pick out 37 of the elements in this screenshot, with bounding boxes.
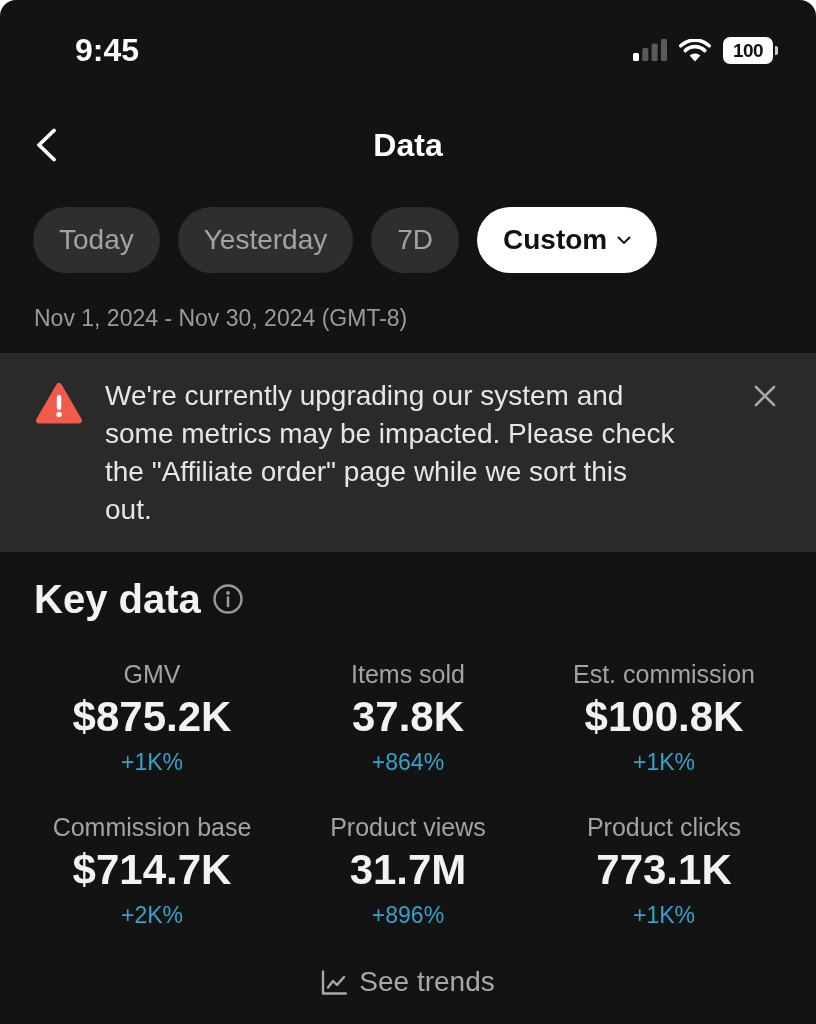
see-trends-link[interactable]: See trends bbox=[321, 965, 495, 999]
date-range: Nov 1, 2024 - Nov 30, 2024 (GMT-8) bbox=[34, 304, 409, 332]
date-tab[interactable]: 7D bbox=[371, 207, 459, 273]
metric-change: +2K% bbox=[121, 901, 183, 930]
info-icon[interactable] bbox=[212, 584, 243, 614]
metric-label: Items sold bbox=[351, 659, 465, 689]
metric-label: Commission base bbox=[52, 812, 252, 842]
date-tab[interactable]: Custom bbox=[477, 207, 658, 273]
metric-change: +896% bbox=[371, 901, 445, 930]
banner-message: We're currently upgrading our system and some metrics may be impacted. Please check the "Affiliate order" page while we sort this out. bbox=[105, 379, 676, 527]
metric-label: GMV bbox=[123, 659, 181, 689]
back-icon[interactable] bbox=[35, 128, 57, 162]
chart-line-icon bbox=[321, 969, 348, 995]
battery-indicator: 100 bbox=[723, 36, 778, 64]
warning-icon bbox=[36, 382, 82, 425]
metric-label: Est. commission bbox=[573, 659, 755, 689]
metric-value: 31.7M bbox=[349, 848, 467, 892]
signal-icon bbox=[633, 39, 667, 61]
metric-change: +864% bbox=[371, 748, 445, 777]
caret-down-icon bbox=[617, 235, 632, 245]
metric-value: $100.8K bbox=[584, 695, 744, 739]
metric-change: +1K% bbox=[121, 748, 183, 777]
metric-value: 37.8K bbox=[351, 695, 465, 739]
close-icon[interactable] bbox=[754, 385, 776, 407]
metric-label: Product clicks bbox=[586, 812, 742, 842]
date-tab[interactable]: Today bbox=[33, 207, 160, 273]
date-tab[interactable]: Yesterday bbox=[177, 207, 354, 273]
metric-change: +1K% bbox=[633, 748, 695, 777]
wifi-icon bbox=[679, 38, 711, 62]
metric-value: $714.7K bbox=[72, 848, 232, 892]
metric-label: Product views bbox=[330, 812, 486, 842]
status-time: 9:45 bbox=[75, 34, 140, 66]
metric-value: $875.2K bbox=[72, 695, 232, 739]
section-title: Key data bbox=[34, 577, 201, 621]
metric-value: 773.1K bbox=[596, 848, 732, 892]
metric-change: +1K% bbox=[633, 901, 695, 930]
page-title: Data bbox=[373, 129, 443, 161]
